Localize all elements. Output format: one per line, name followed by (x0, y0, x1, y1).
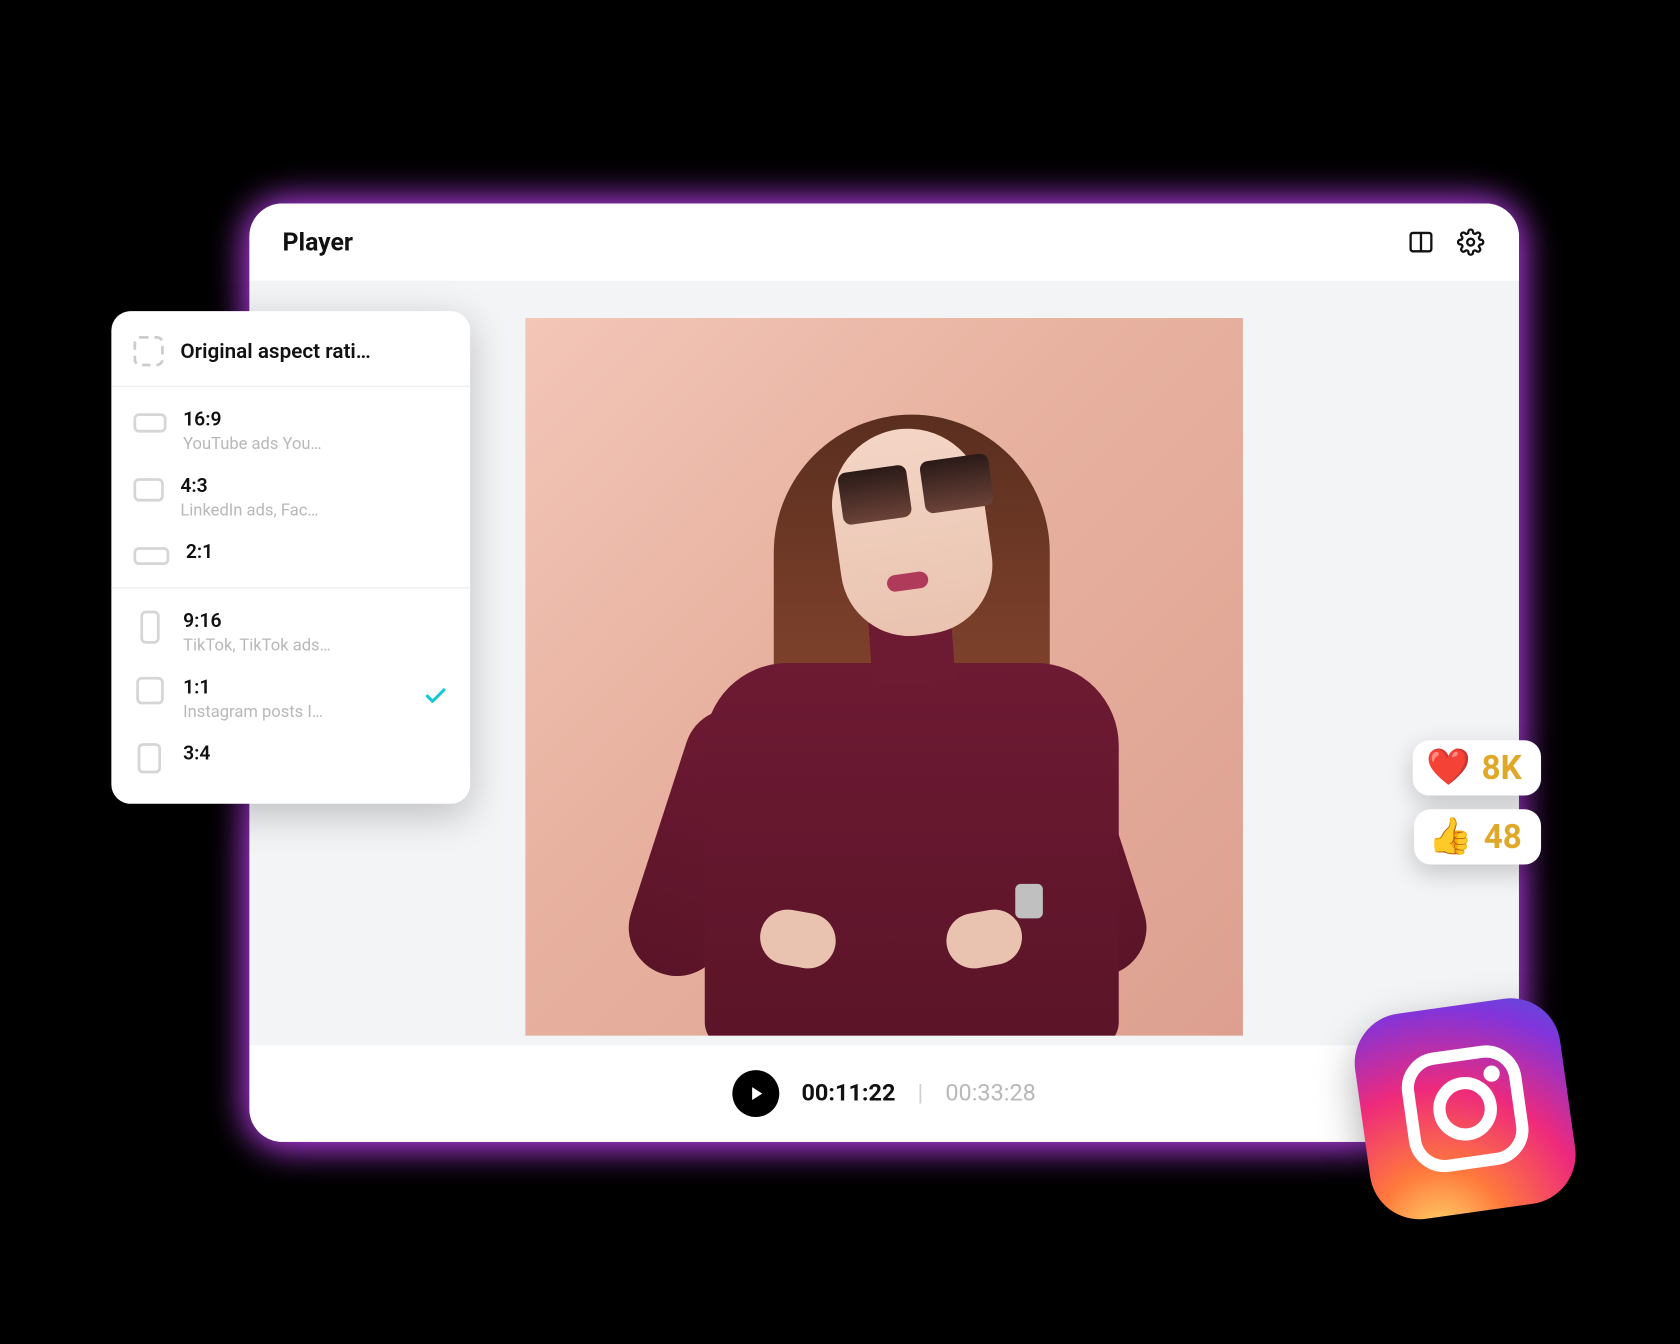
instagram-icon (1389, 1032, 1542, 1185)
layout-columns-icon[interactable] (1406, 227, 1436, 257)
aspect-ratio-item-9-16[interactable]: 9:16 TikTok, TikTok ads… (111, 600, 470, 666)
aspect-ratio-panel: Original aspect rati… 16:9 YouTube ads Y… (111, 311, 470, 804)
ratio-label: 16:9 (183, 409, 448, 431)
time-current: 00:11:22 (801, 1080, 895, 1108)
aspect-ratio-group-landscape: 16:9 YouTube ads You… 4:3 LinkedIn ads, … (111, 387, 470, 587)
aspect-ratio-item-16-9[interactable]: 16:9 YouTube ads You… (111, 398, 470, 464)
time-separator: | (918, 1080, 924, 1108)
aspect-ratio-group-portrait: 9:16 TikTok, TikTok ads… 1:1 Instagram p… (111, 587, 470, 795)
video-preview[interactable] (525, 318, 1243, 1036)
aspect-ratio-original-label: Original aspect rati… (180, 339, 370, 364)
ratio-swatch-icon (133, 547, 169, 565)
ratio-label: 2:1 (186, 542, 448, 564)
ratio-sub: LinkedIn ads, Fac… (180, 500, 387, 519)
aspect-ratio-original[interactable]: Original aspect rati… (111, 328, 470, 387)
ratio-swatch-icon (140, 611, 159, 644)
ratio-sub: YouTube ads You… (183, 434, 390, 453)
video-content-illustration (525, 318, 1243, 1036)
player-footer: 00:11:22 | 00:33:28 (249, 1045, 1519, 1142)
heart-icon: ❤️ (1426, 750, 1471, 786)
aspect-ratio-item-1-1[interactable]: 1:1 Instagram posts I… (111, 666, 470, 732)
time-total: 00:33:28 (945, 1080, 1035, 1108)
player-title: Player (282, 228, 353, 257)
ratio-label: 4:3 (180, 475, 448, 497)
ratio-swatch-icon (138, 743, 161, 773)
instagram-badge (1348, 992, 1582, 1226)
reaction-thumbs-chip[interactable]: 👍 48 (1414, 809, 1541, 864)
reaction-chips: ❤️ 8K 👍 48 (1412, 740, 1541, 864)
reaction-heart-chip[interactable]: ❤️ 8K (1412, 740, 1541, 795)
gear-icon[interactable] (1455, 227, 1485, 257)
ratio-swatch-icon (133, 478, 163, 501)
ratio-sub: Instagram posts I… (183, 702, 390, 721)
aspect-ratio-item-4-3[interactable]: 4:3 LinkedIn ads, Fac… (111, 464, 470, 530)
thumbs-up-icon: 👍 (1428, 819, 1473, 855)
header-actions (1406, 227, 1486, 257)
ratio-swatch-icon (136, 677, 164, 705)
ratio-label: 9:16 (183, 611, 448, 633)
ratio-sub: TikTok, TikTok ads… (183, 635, 390, 654)
aspect-ratio-item-3-4[interactable]: 3:4 (111, 732, 470, 784)
aspect-ratio-item-2-1[interactable]: 2:1 (111, 531, 470, 577)
ratio-label: 3:4 (183, 743, 448, 765)
check-icon (423, 684, 448, 714)
play-button[interactable] (732, 1070, 779, 1117)
ratio-label: 1:1 (183, 677, 448, 699)
ratio-swatch-icon (133, 413, 166, 432)
dashed-square-icon (133, 336, 163, 366)
player-header: Player (249, 203, 1519, 280)
heart-count: 8K (1482, 749, 1522, 788)
thumbs-count: 48 (1484, 818, 1522, 857)
